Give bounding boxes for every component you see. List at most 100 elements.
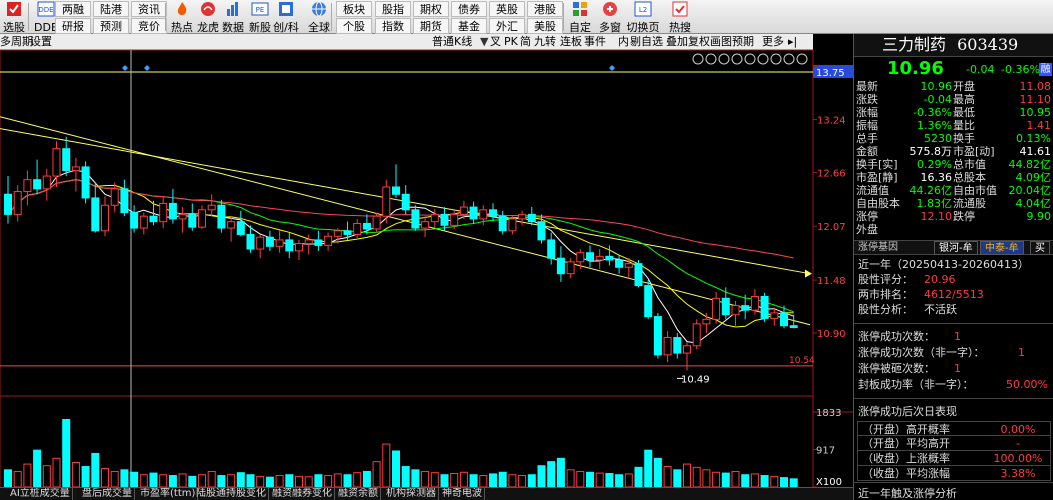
toolbar-link[interactable]: 英股 bbox=[489, 1, 525, 17]
tab-buy[interactable]: 买 bbox=[1030, 241, 1050, 255]
kline-chart[interactable]: 13.75 13.24 12.66 12.07 11.48 10.90 10.54 10.49… bbox=[0, 50, 853, 500]
volume-bar bbox=[52, 457, 61, 488]
candle-body bbox=[673, 337, 682, 354]
toolbar-button[interactable]: L2 切换页 bbox=[627, 0, 660, 34]
chart-tool-button[interactable]: 简 bbox=[520, 34, 531, 49]
settings-button[interactable]: 设置 bbox=[30, 34, 52, 49]
toolbar-link[interactable]: 资讯 bbox=[131, 1, 167, 17]
toolbar-button-label: 自定 bbox=[569, 21, 591, 34]
volume-bar bbox=[537, 465, 546, 488]
indicator-tab[interactable]: 融资融券变化 bbox=[270, 488, 335, 500]
next-day-value: 100.00% bbox=[993, 452, 1043, 465]
indicator-tab[interactable]: 陆股通持股变化 bbox=[194, 488, 269, 500]
toolbar-button[interactable]: 数据 bbox=[219, 0, 247, 34]
chart-tool-button[interactable]: 叠加 bbox=[666, 34, 688, 49]
chart-tool-button[interactable]: 复权 bbox=[688, 34, 710, 49]
chart-tool-button[interactable]: 叉 bbox=[490, 34, 501, 49]
candle-body bbox=[372, 215, 381, 230]
chart-tool-button[interactable]: 预期 bbox=[732, 34, 754, 49]
candle-body bbox=[498, 215, 507, 232]
toolbar-link[interactable]: 股指 bbox=[375, 1, 411, 17]
right-arrow-icon[interactable] bbox=[757, 53, 769, 65]
candle-body bbox=[62, 148, 71, 172]
chart-more-arrow-icon[interactable]: ▸| bbox=[788, 34, 797, 49]
chart-tool-button[interactable]: 内 bbox=[618, 34, 629, 49]
candle-body bbox=[770, 312, 779, 319]
indicator-tab[interactable]: 盘后成交量 bbox=[80, 488, 135, 500]
chevron-down-icon[interactable]: ▼ bbox=[480, 34, 488, 49]
volume-bar bbox=[663, 466, 672, 488]
volume-bar bbox=[469, 474, 478, 488]
toolbar-link[interactable]: 研报 bbox=[55, 18, 91, 34]
grid-icon[interactable] bbox=[796, 53, 808, 65]
plus-icon[interactable] bbox=[770, 53, 782, 65]
toolbar-link[interactable]: 债券 bbox=[451, 1, 487, 17]
chart-tool-button[interactable]: 更多 bbox=[762, 34, 784, 49]
volume-bar bbox=[489, 473, 497, 488]
stat-value: 1 bbox=[1018, 346, 1025, 359]
chart-tool-button[interactable]: 剔自选 bbox=[630, 34, 663, 49]
event-marker-icon[interactable] bbox=[144, 65, 150, 71]
toolbar-button[interactable]: 多窗 bbox=[596, 0, 624, 34]
toolbar-button[interactable]: 自定 bbox=[566, 0, 594, 34]
toolbar-link[interactable]: 港股 bbox=[527, 1, 563, 17]
toolbar-link[interactable]: 基金 bbox=[451, 18, 487, 34]
chart-tool-button[interactable]: 九转 bbox=[534, 34, 556, 49]
toolbar-link[interactable]: 陆港 bbox=[93, 1, 129, 17]
next-day-value: 0.00% bbox=[1000, 423, 1036, 436]
volume-bar bbox=[653, 457, 662, 488]
low-price-tag: 10.54 bbox=[789, 356, 815, 366]
toolbar-link[interactable]: 竞价 bbox=[131, 18, 167, 34]
chart-tool-button[interactable]: 事件 bbox=[584, 34, 606, 49]
volume-bar bbox=[324, 475, 333, 488]
toolbar-button[interactable]: 创/科 bbox=[272, 0, 300, 34]
event-marker-icon[interactable] bbox=[122, 65, 128, 71]
toolbar-button[interactable]: 热点 bbox=[168, 0, 196, 34]
toolbar-button-pair: 板块 个股 bbox=[335, 0, 373, 34]
gene-footer[interactable]: 近一年触及涨停分析 bbox=[854, 486, 1053, 500]
quote-label: 市盈[静] bbox=[856, 171, 898, 184]
toolbar-button[interactable]: 热搜 bbox=[666, 0, 694, 34]
toolbar-link[interactable]: 两融 bbox=[55, 1, 91, 17]
volume-bar bbox=[780, 477, 788, 488]
eye-icon[interactable] bbox=[718, 53, 730, 65]
indicator-tab[interactable]: 融资余额 bbox=[336, 488, 381, 500]
tab-yinhe[interactable]: 银河-牟 bbox=[934, 241, 978, 255]
toolbar-button[interactable]: 龙虎 bbox=[194, 0, 222, 34]
toolbar-button[interactable]: 选股 bbox=[0, 0, 28, 34]
lock-icon[interactable] bbox=[744, 53, 756, 65]
indicator-tab[interactable]: 市盈率(ttm) bbox=[138, 488, 199, 500]
zoom-in-icon[interactable] bbox=[692, 53, 704, 65]
indicator-tab[interactable]: 神奇电波 bbox=[440, 488, 485, 500]
toolbar-link[interactable]: 个股 bbox=[336, 18, 372, 34]
toolbar-link[interactable]: 外汇 bbox=[489, 18, 525, 34]
minus-icon[interactable] bbox=[783, 53, 795, 65]
volume-bar bbox=[314, 474, 323, 488]
quote-label: 涨跌 bbox=[856, 93, 878, 106]
left-arrow-icon[interactable] bbox=[731, 53, 743, 65]
toolbar-link[interactable]: 美股 bbox=[527, 18, 563, 34]
indicator-tabs: AI立桩成交量 盘后成交量 市盈率(ttm) 陆股通持股变化 融资融券变化 融资余额 机构探… bbox=[0, 487, 853, 500]
chart-tool-button[interactable]: 连板 bbox=[560, 34, 582, 49]
y-tick-label: 10.90 bbox=[817, 329, 846, 340]
toolbar-link[interactable]: 期货 bbox=[413, 18, 449, 34]
kline-type-selector[interactable]: 普通K线 bbox=[432, 34, 472, 49]
chart-tool-button[interactable]: 画图 bbox=[710, 34, 732, 49]
indicator-tab[interactable]: AI立桩成交量 bbox=[8, 488, 73, 500]
quote-value: -0.04 bbox=[923, 93, 952, 106]
chart-tool-button[interactable]: PK bbox=[504, 34, 518, 49]
toolbar-link[interactable]: 板块 bbox=[336, 1, 372, 17]
tab-zhongtai[interactable]: 中泰-牟 bbox=[980, 241, 1024, 255]
quote-label: 涨停 bbox=[856, 210, 878, 223]
event-marker-icon[interactable] bbox=[609, 65, 615, 71]
indicator-tab[interactable]: 机构探测器 bbox=[384, 488, 439, 500]
toolbar-link[interactable]: 指数 bbox=[375, 18, 411, 34]
toolbar-link[interactable]: 期权 bbox=[413, 1, 449, 17]
candle-body bbox=[750, 295, 759, 311]
toolbar-button-pair: 期权 期货 bbox=[412, 0, 450, 34]
toolbar-link[interactable]: 预测 bbox=[93, 18, 129, 34]
toolbar-button[interactable]: PE 新股 bbox=[246, 0, 274, 34]
zoom-out-icon[interactable] bbox=[705, 53, 717, 65]
period-selector[interactable]: 多周期 bbox=[0, 34, 33, 49]
toolbar-button[interactable]: 全球 bbox=[305, 0, 333, 34]
